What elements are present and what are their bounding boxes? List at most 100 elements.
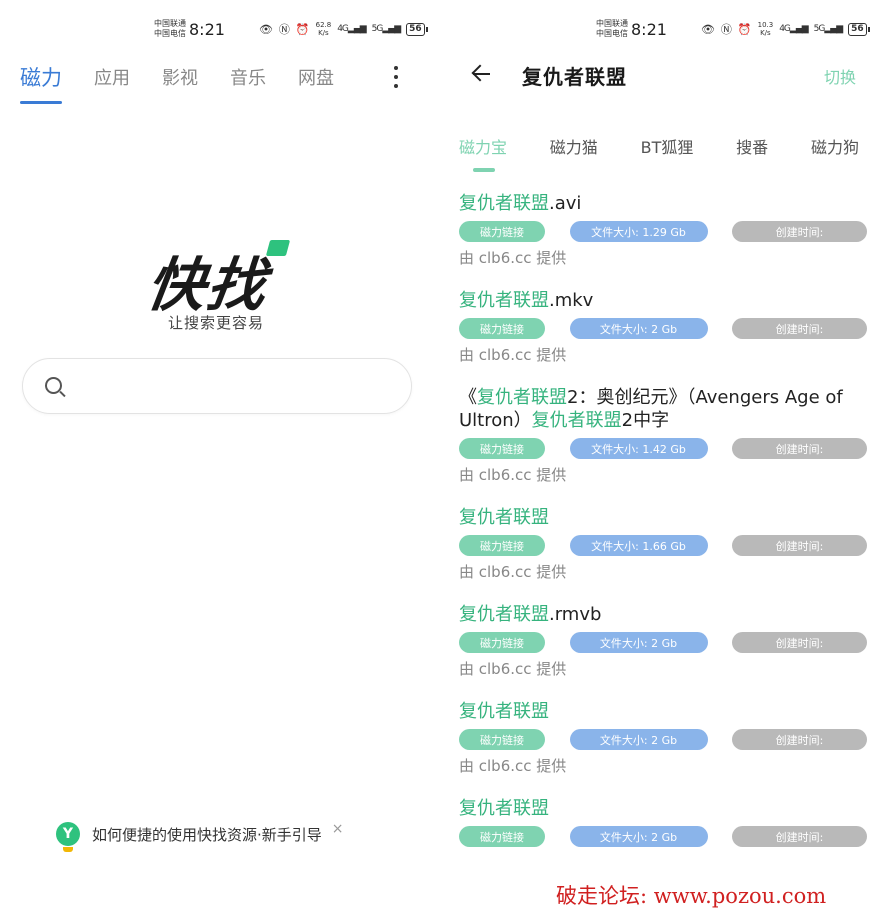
tab-source-btfox[interactable]: BT狐狸 xyxy=(641,134,694,158)
created-time-badge: 创建时间: xyxy=(732,535,867,556)
provider-text: 由 clb6.cc 提供 xyxy=(459,466,567,484)
search-icon xyxy=(45,377,62,394)
magnet-link-button[interactable]: 磁力链接 xyxy=(459,729,545,750)
provider-text: 由 clb6.cc 提供 xyxy=(459,249,567,267)
result-title[interactable]: 复仇者联盟 xyxy=(459,506,871,529)
provider-text: 由 clb6.cc 提供 xyxy=(459,346,567,364)
signal-icon-2: 5G▂▄▆ xyxy=(371,24,401,34)
network-speed-2: 10.3 K/s xyxy=(757,21,774,37)
title-highlight: 复仇者联盟 xyxy=(477,387,567,408)
carrier-2: 中国电信 xyxy=(154,29,186,38)
watermark: 破走论坛: www.pozou.com xyxy=(556,880,827,910)
title-middle: .avi xyxy=(549,193,582,214)
signal-icon: 4G▂▄▆ xyxy=(337,24,366,34)
provider-text: 由 clb6.cc 提供 xyxy=(459,563,567,581)
close-icon[interactable]: × xyxy=(332,821,344,837)
signal-icon: 4G▂▄▆ xyxy=(779,24,808,34)
result-title[interactable]: 复仇者联盟 xyxy=(459,797,871,820)
list-item[interactable]: 复仇者联盟磁力链接 文件大小: 1.66 Gb 创建时间: 由 clb6.cc 提供 xyxy=(459,506,871,582)
magnet-link-button[interactable]: 磁力链接 xyxy=(459,318,545,339)
nfc-icon: Ⓝ xyxy=(720,23,732,36)
created-time-badge: 创建时间: xyxy=(732,318,867,339)
eye-icon: 👁 xyxy=(258,22,273,36)
result-tags: 磁力链接 文件大小: 1.42 Gb 创建时间: xyxy=(459,438,867,459)
magnet-link-button[interactable]: 磁力链接 xyxy=(459,221,545,242)
title-highlight-2: 复仇者联盟 xyxy=(531,410,622,431)
list-item[interactable]: 《复仇者联盟2：奥创纪元》（Avengers Age of Ultron）复仇者… xyxy=(459,386,871,485)
result-title[interactable]: 《复仇者联盟2：奥创纪元》（Avengers Age of Ultron）复仇者… xyxy=(459,386,871,432)
network-speed: 62.8 K/s xyxy=(315,21,332,37)
alarm-icon: ⏰ xyxy=(295,22,310,36)
created-time-badge: 创建时间: xyxy=(732,438,867,459)
more-vertical-icon[interactable] xyxy=(392,66,400,88)
result-tags: 磁力链接 文件大小: 1.66 Gb 创建时间: xyxy=(459,535,867,556)
carrier-1: 中国联通 xyxy=(154,19,186,28)
title-highlight: 复仇者联盟 xyxy=(459,701,549,722)
result-tags: 磁力链接 文件大小: 2 Gb 创建时间: xyxy=(459,318,867,339)
tab-netdisk[interactable]: 网盘 xyxy=(298,64,334,90)
title-highlight: 复仇者联盟 xyxy=(459,290,549,311)
provider-text: 由 clb6.cc 提供 xyxy=(459,660,567,678)
search-input[interactable] xyxy=(22,358,412,414)
created-time-badge: 创建时间: xyxy=(732,729,867,750)
eye-icon: 👁 xyxy=(700,22,715,36)
tab-source-soufan[interactable]: 搜番 xyxy=(736,134,768,158)
file-size-badge: 文件大小: 2 Gb xyxy=(569,826,708,847)
list-item[interactable]: 复仇者联盟磁力链接 文件大小: 2 Gb 创建时间: xyxy=(459,797,871,847)
list-item[interactable]: 复仇者联盟.avi 磁力链接 文件大小: 1.29 Gb 创建时间: 由 clb6.cc… xyxy=(459,192,871,268)
title-middle: .rmvb xyxy=(549,604,602,625)
tab-source-cilibao[interactable]: 磁力宝 xyxy=(459,134,507,172)
guide-text[interactable]: 如何便捷的使用快找资源·新手引导 xyxy=(92,824,322,845)
result-title[interactable]: 复仇者联盟.avi xyxy=(459,192,871,215)
list-item[interactable]: 复仇者联盟.rmvb 磁力链接 文件大小: 2 Gb 创建时间: 由 clb6.cc 提… xyxy=(459,603,871,679)
title-highlight: 复仇者联盟 xyxy=(459,193,549,214)
tab-video[interactable]: 影视 xyxy=(162,64,198,90)
clock-2: 8:21 xyxy=(631,19,667,39)
carrier-labels-2: 中国联通 中国电信 xyxy=(596,19,628,38)
title-middle: .mkv xyxy=(549,290,594,311)
signal-icon-2: 5G▂▄▆ xyxy=(813,24,843,34)
app-logo: 快找 xyxy=(142,251,273,319)
tab-source-ciligou[interactable]: 磁力狗 xyxy=(811,134,859,158)
tab-apps[interactable]: 应用 xyxy=(94,64,130,90)
created-time-badge: 创建时间: xyxy=(732,221,867,242)
battery-icon: 56 xyxy=(848,22,870,36)
provider-text: 由 clb6.cc 提供 xyxy=(459,757,567,775)
magnet-link-button[interactable]: 磁力链接 xyxy=(459,632,545,653)
category-tabs: 磁力 应用 影视 音乐 网盘 xyxy=(20,62,366,104)
result-title[interactable]: 复仇者联盟.rmvb xyxy=(459,603,871,626)
tab-magnet[interactable]: 磁力 xyxy=(20,62,62,104)
file-size-badge: 文件大小: 1.29 Gb xyxy=(569,221,708,242)
status-bar: 中国联通 中国电信 8:21 👁 Ⓝ ⏰ 62.8 K/s 4G▂▄▆ 5G▂▄… xyxy=(154,14,428,44)
result-title[interactable]: 复仇者联盟.mkv xyxy=(459,289,871,312)
result-tags: 磁力链接 文件大小: 2 Gb 创建时间: xyxy=(459,729,867,750)
magnet-link-button[interactable]: 磁力链接 xyxy=(459,826,545,847)
title-suffix: 2中字 xyxy=(621,410,670,431)
magnet-link-button[interactable]: 磁力链接 xyxy=(459,535,545,556)
created-time-badge: 创建时间: xyxy=(732,826,867,847)
file-size-badge: 文件大小: 2 Gb xyxy=(569,318,708,339)
slogan: 让搜索更容易 xyxy=(167,314,264,332)
result-title[interactable]: 复仇者联盟 xyxy=(459,700,871,723)
result-tags: 磁力链接 文件大小: 1.29 Gb 创建时间: xyxy=(459,221,867,242)
file-size-badge: 文件大小: 2 Gb xyxy=(569,729,708,750)
clock: 8:21 xyxy=(189,19,225,39)
file-size-badge: 文件大小: 2 Gb xyxy=(569,632,708,653)
list-item[interactable]: 复仇者联盟.mkv 磁力链接 文件大小: 2 Gb 创建时间: 由 clb6.cc 提供 xyxy=(459,289,871,365)
result-tags: 磁力链接 文件大小: 2 Gb 创建时间: xyxy=(459,826,867,847)
status-bar-2: 中国联通 中国电信 8:21 👁 Ⓝ ⏰ 10.3 K/s 4G▂▄▆ 5G▂▄… xyxy=(596,14,870,44)
beginner-guide-banner[interactable]: Y 如何便捷的使用快找资源·新手引导 × xyxy=(56,821,344,852)
magnet-link-button[interactable]: 磁力链接 xyxy=(459,438,545,459)
back-arrow-icon[interactable] xyxy=(470,62,494,86)
tab-source-cilimao[interactable]: 磁力猫 xyxy=(550,134,598,158)
title-prefix: 《 xyxy=(459,387,477,408)
logo-accent xyxy=(265,240,291,256)
tab-music[interactable]: 音乐 xyxy=(230,64,266,90)
alarm-icon: ⏰ xyxy=(737,22,752,36)
file-size-badge: 文件大小: 1.42 Gb xyxy=(569,438,708,459)
home-screen: 中国联通 中国电信 8:21 👁 Ⓝ ⏰ 62.8 K/s 4G▂▄▆ 5G▂▄… xyxy=(0,0,432,911)
result-tags: 磁力链接 文件大小: 2 Gb 创建时间: xyxy=(459,632,867,653)
list-item[interactable]: 复仇者联盟磁力链接 文件大小: 2 Gb 创建时间: 由 clb6.cc 提供 xyxy=(459,700,871,776)
switch-button[interactable]: 切换 xyxy=(824,64,856,88)
source-tabs: 磁力宝 磁力猫 BT狐狸 搜番 磁力狗 xyxy=(459,134,859,172)
